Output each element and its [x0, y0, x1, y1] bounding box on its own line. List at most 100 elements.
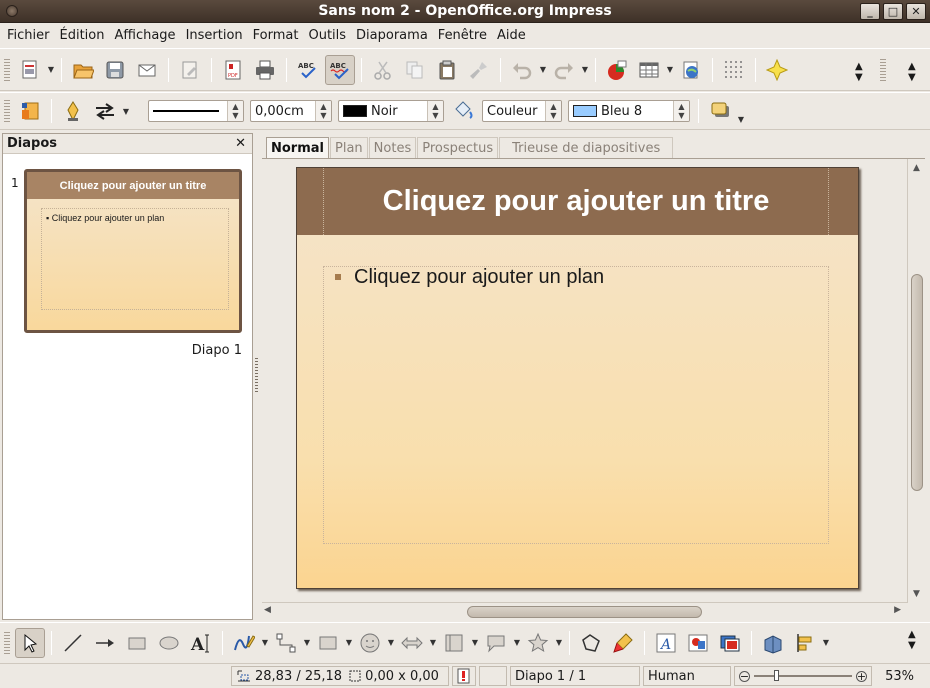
edit-file-button[interactable] [175, 55, 205, 85]
menu-edition[interactable]: Édition [55, 28, 110, 43]
minimize-button[interactable]: _ [860, 3, 880, 20]
insert-image-button[interactable] [683, 628, 713, 658]
line-style-button[interactable] [58, 96, 88, 126]
symbol-shapes-button[interactable] [355, 628, 385, 658]
close-pane-icon[interactable]: ✕ [235, 136, 246, 151]
basic-shapes-dropdown-arrow[interactable]: ▼ [344, 638, 354, 647]
email-button[interactable] [132, 55, 162, 85]
horizontal-scrollbar[interactable]: ◀ ▶ [262, 602, 907, 620]
close-window-button[interactable]: ✕ [906, 3, 926, 20]
area-color-select[interactable]: Bleu 8 ▲ ▼ [568, 100, 690, 122]
line-tool-button[interactable] [58, 628, 88, 658]
fontwork-button[interactable]: A [651, 628, 681, 658]
menu-fenetre[interactable]: Fenêtre [433, 28, 492, 43]
arrow-line-tool-button[interactable] [90, 628, 120, 658]
curve-dropdown-arrow[interactable]: ▼ [260, 638, 270, 647]
callouts-dropdown-arrow[interactable]: ▼ [512, 638, 522, 647]
tab-notes[interactable]: Notes [368, 137, 417, 158]
gallery-button[interactable] [715, 628, 745, 658]
paste-button[interactable] [432, 55, 462, 85]
outline-placeholder-text[interactable]: Cliquez pour ajouter un plan [354, 266, 604, 289]
scroll-left-icon[interactable]: ◀ [264, 605, 271, 615]
document-modified-cell[interactable] [452, 666, 476, 686]
tab-prospectus[interactable]: Prospectus [417, 137, 499, 158]
insert-table-button[interactable] [634, 55, 664, 85]
align-dropdown-arrow[interactable]: ▼ [821, 638, 831, 647]
line-color-select[interactable]: Noir ▲ ▼ [338, 100, 444, 122]
menu-aide[interactable]: Aide [492, 28, 531, 43]
connector-dropdown-arrow[interactable]: ▼ [302, 638, 312, 647]
open-button[interactable] [68, 55, 98, 85]
tab-trieuse[interactable]: Trieuse de diapositives [499, 137, 674, 158]
callouts-button[interactable] [481, 628, 511, 658]
scroll-up-icon[interactable]: ▲ [908, 159, 925, 177]
arrow-style-button[interactable] [90, 96, 120, 126]
hyperlink-button[interactable] [676, 55, 706, 85]
format-paintbrush-button[interactable] [464, 55, 494, 85]
grid-button[interactable] [719, 55, 749, 85]
insert-chart-button[interactable] [602, 55, 632, 85]
tab-plan[interactable]: Plan [330, 137, 368, 158]
horizontal-scroll-thumb[interactable] [467, 606, 702, 618]
stars-dropdown-arrow[interactable]: ▼ [554, 638, 564, 647]
line-style-select[interactable]: ▲ ▼ [148, 100, 244, 122]
line-width-spinner[interactable]: ▲ ▼ [315, 101, 331, 121]
slide-canvas[interactable]: Cliquez pour ajouter un titre Cliquez po… [296, 167, 859, 589]
zoom-in-icon[interactable]: + [856, 670, 867, 683]
flowchart-button[interactable] [439, 628, 469, 658]
line-width-field[interactable]: 0,00cm ▲ ▼ [250, 100, 332, 122]
redo-dropdown-arrow[interactable]: ▼ [580, 65, 590, 74]
zoom-percent[interactable]: 53% [875, 666, 919, 686]
select-tool-button[interactable] [15, 627, 45, 658]
navigator-button[interactable] [762, 55, 792, 85]
area-style-select[interactable]: Couleur ▲ ▼ [482, 100, 562, 122]
text-tool-button[interactable]: A [186, 628, 216, 658]
area-style-spinner[interactable]: ▲ ▼ [545, 101, 561, 121]
flowchart-dropdown-arrow[interactable]: ▼ [470, 638, 480, 647]
arrow-style-dropdown-arrow[interactable]: ▼ [121, 107, 131, 116]
print-button[interactable] [250, 55, 280, 85]
block-arrows-dropdown-arrow[interactable]: ▼ [428, 638, 438, 647]
curve-tool-button[interactable] [229, 628, 259, 658]
zoom-track[interactable] [754, 670, 852, 681]
copy-button[interactable] [400, 55, 430, 85]
toolbar-more-arrow[interactable]: ▼ [736, 115, 746, 124]
toolbar-overflow-arrow[interactable]: ▲ ▼ [855, 61, 863, 83]
scroll-right-icon[interactable]: ▶ [894, 605, 901, 615]
undo-dropdown-arrow[interactable]: ▼ [538, 65, 548, 74]
object-button[interactable] [15, 96, 45, 126]
toolbar-grip[interactable] [4, 58, 10, 81]
points-button[interactable] [576, 628, 606, 658]
menu-affichage[interactable]: Affichage [109, 28, 180, 43]
stars-button[interactable] [523, 628, 553, 658]
basic-shapes-button[interactable] [313, 628, 343, 658]
redo-button[interactable] [549, 55, 579, 85]
spellcheck-button[interactable]: ABC [293, 55, 323, 85]
line-style-spinner[interactable]: ▲ ▼ [227, 101, 243, 121]
vertical-scrollbar[interactable]: ▲ ▼ [907, 159, 925, 603]
zoom-knob[interactable] [774, 670, 779, 681]
rectangle-tool-button[interactable] [122, 628, 152, 658]
zoom-slider[interactable]: − + [734, 666, 872, 686]
menu-outils[interactable]: Outils [303, 28, 351, 43]
area-color-spinner[interactable]: ▲ ▼ [673, 101, 689, 121]
menu-diaporama[interactable]: Diaporama [351, 28, 433, 43]
cut-button[interactable] [368, 55, 398, 85]
toolbar-overflow-arrow[interactable]: ▲ ▼ [908, 629, 916, 651]
connector-tool-button[interactable] [271, 628, 301, 658]
menu-fichier[interactable]: Fichier [2, 28, 55, 43]
slide-thumbnail[interactable]: Cliquez pour ajouter un titre ▪ Cliquez … [24, 169, 242, 333]
extrusion-button[interactable] [758, 628, 788, 658]
menu-insertion[interactable]: Insertion [181, 28, 248, 43]
pane-splitter[interactable] [253, 133, 261, 620]
outline-placeholder[interactable] [323, 266, 829, 544]
tab-normal[interactable]: Normal [266, 137, 329, 158]
align-button[interactable] [790, 628, 820, 658]
maximize-button[interactable]: □ [883, 3, 903, 20]
new-document-button[interactable] [15, 55, 45, 85]
line-color-spinner[interactable]: ▲ ▼ [427, 101, 443, 121]
window-menu-icon[interactable] [6, 5, 18, 17]
shadow-button[interactable] [705, 96, 735, 126]
new-dropdown-arrow[interactable]: ▼ [46, 65, 56, 74]
toolbar-overflow-arrow[interactable]: ▲ ▼ [908, 61, 916, 83]
